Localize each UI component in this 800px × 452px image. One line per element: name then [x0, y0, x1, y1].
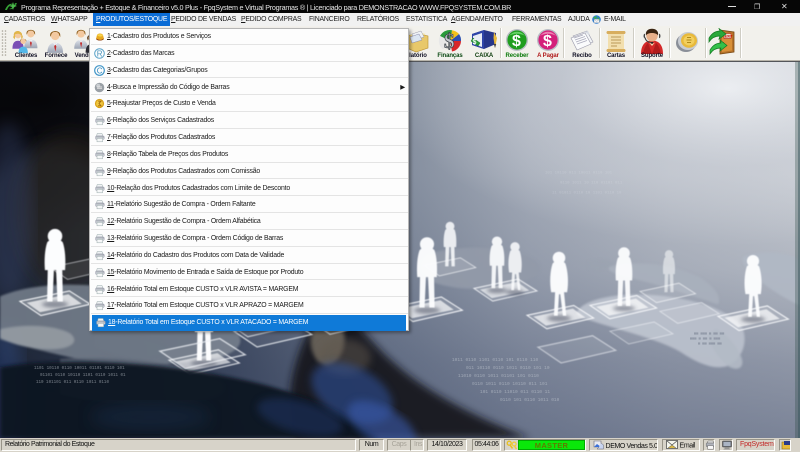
- svg-text:11010 0110 1011 01101 101 0110: 11010 0110 1011 01101 101 0110: [458, 373, 539, 379]
- svg-text:▄▄▄ ▄ ▄▄ ▄ ▄▄▄: ▄▄▄ ▄ ▄▄ ▄ ▄▄▄: [690, 336, 721, 340]
- svg-text:0110 101 0110 1011 010: 0110 101 0110 1011 010: [500, 397, 560, 403]
- svg-text:101 0110 11010 011 0110 11: 101 0110 11010 011 0110 11: [480, 389, 550, 395]
- svg-text:1101 10110 0110 10011 01101 01: 1101 10110 0110 10011 01101 0110 101: [34, 367, 125, 371]
- svg-text:011 10110 0110 1011 0110 101 1: 011 10110 0110 1011 0110 101 10: [466, 365, 550, 371]
- svg-text:$: $: [444, 29, 455, 53]
- svg-text:11 01011 0110 10 1101 0110 10: 11 01011 0110 10 1101 0110 10: [552, 192, 622, 196]
- svg-text:1011 0110 1101 0110 101 0110 1: 1011 0110 1101 0110 101 0110 110: [452, 357, 539, 363]
- svg-text:▄ ▄▄ ▄▄▄ ▄▄: ▄ ▄▄ ▄▄▄ ▄▄: [698, 341, 723, 345]
- svg-text:101 10110 011 10011 0110 101: 101 10110 011 10011 0110 101: [545, 172, 613, 176]
- svg-text:01101 0110 10110 1101 0110 101: 01101 0110 10110 1101 0110 1011 01: [40, 374, 126, 378]
- svg-text:110 101101 011 0110 1011 0110: 110 101101 011 0110 1011 0110: [36, 381, 109, 385]
- svg-text:0110 1011 0110 10110 011 101: 0110 1011 0110 10110 011 101: [472, 381, 548, 387]
- svg-text:▄▄ ▄▄▄ ▄ ▄▄ ▄▄: ▄▄ ▄▄▄ ▄ ▄▄ ▄▄: [694, 331, 725, 335]
- svg-text:EXIT: EXIT: [725, 35, 734, 39]
- svg-text:$: $: [543, 33, 552, 50]
- svg-text:0110 1011 10 110 01101 011: 0110 1011 10 110 01101 011: [560, 182, 623, 186]
- svg-text:$: $: [473, 39, 477, 46]
- svg-text:$: $: [512, 33, 521, 50]
